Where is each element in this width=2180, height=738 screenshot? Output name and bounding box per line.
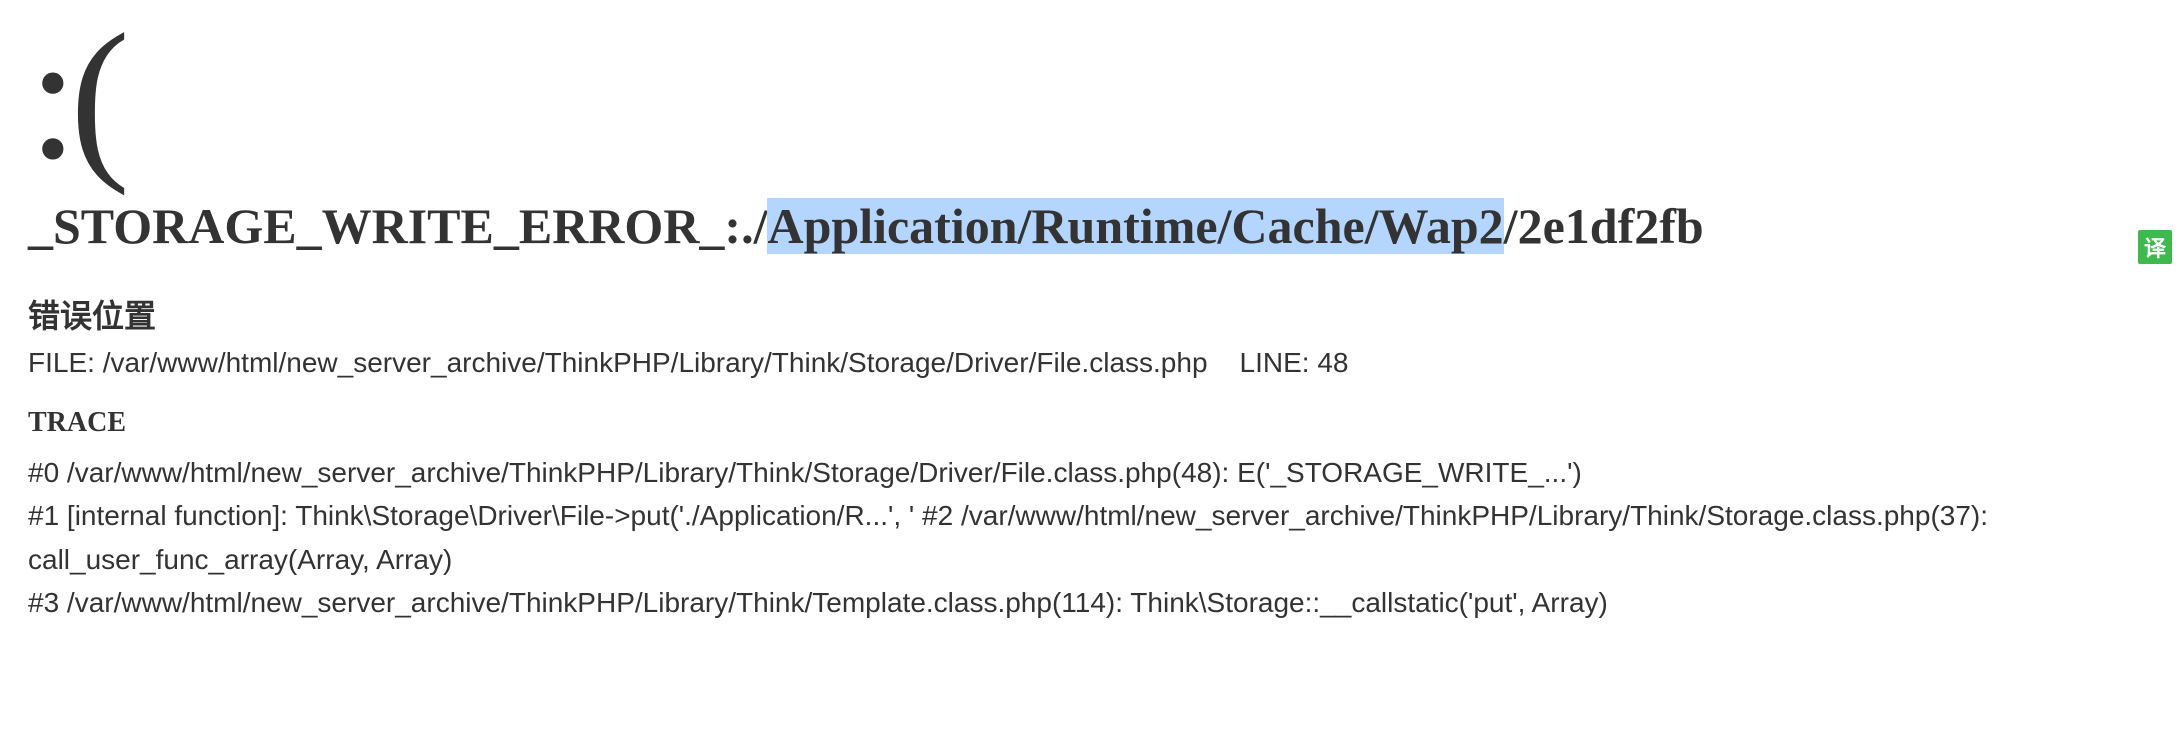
trace-heading: TRACE: [28, 407, 2152, 439]
file-line-info: FILE: /var/www/html/new_server_archive/T…: [28, 347, 2152, 379]
file-path: /var/www/html/new_server_archive/ThinkPH…: [103, 347, 1208, 378]
error-prefix: _STORAGE_WRITE_ERROR_:./: [28, 198, 767, 254]
trace-line: #1 [internal function]: Think\Storage\Dr…: [28, 494, 2152, 581]
error-highlighted-path: Application/Runtime/Cache/Wap2: [767, 198, 1503, 254]
error-suffix: /2e1df2fb: [1504, 198, 1704, 254]
translate-badge-icon[interactable]: 译: [2138, 230, 2172, 264]
trace-line: #0 /var/www/html/new_server_archive/Thin…: [28, 451, 2152, 494]
line-number: 48: [1317, 347, 1348, 378]
trace-line: #3 /var/www/html/new_server_archive/Thin…: [28, 581, 2152, 624]
error-title: _STORAGE_WRITE_ERROR_:./Application/Runt…: [28, 197, 2152, 255]
file-label: FILE:: [28, 347, 103, 378]
sad-face-icon: :(: [28, 20, 2152, 173]
line-label: LINE:: [1240, 347, 1318, 378]
error-location-heading: 错误位置: [28, 291, 2152, 337]
